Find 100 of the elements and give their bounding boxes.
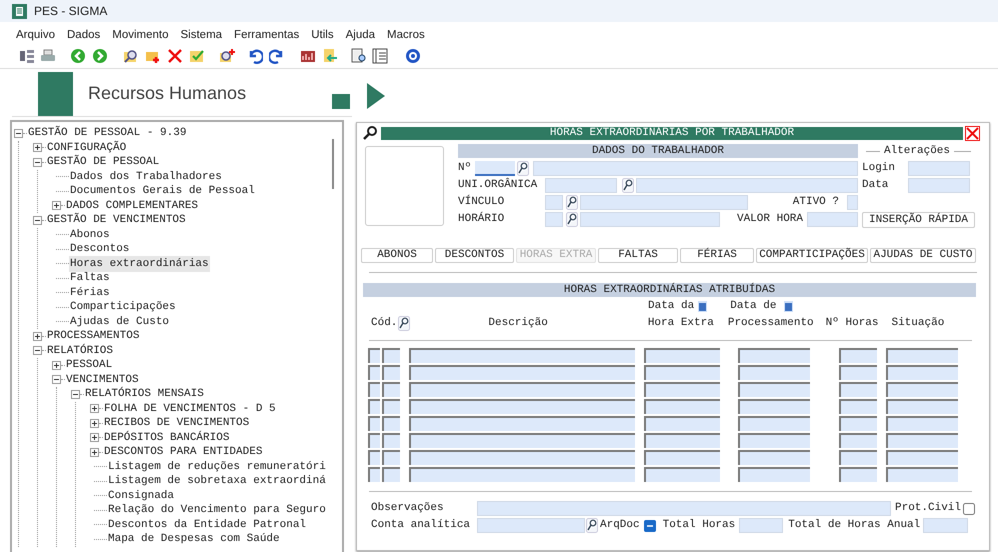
tab[interactable]: COMPARTICIPAÇÕES: [756, 248, 868, 262]
grid-cell-field[interactable]: [886, 382, 958, 396]
tree-view-icon[interactable]: [19, 48, 35, 64]
grid-cell-field[interactable]: [644, 364, 720, 380]
grid-cell-field[interactable]: [839, 466, 877, 482]
grid-cell-field[interactable]: [409, 382, 635, 396]
grid-cell-field[interactable]: [409, 398, 635, 414]
grid-cell-field[interactable]: [409, 348, 635, 362]
grid-cell-field[interactable]: [886, 364, 958, 380]
grid-cell-field[interactable]: [382, 416, 400, 430]
table-icon[interactable]: [372, 48, 388, 64]
grid-cell-field[interactable]: [368, 348, 380, 362]
tree-item[interactable]: Relação do Vencimento para Seguro: [107, 502, 327, 518]
grid-cell-field[interactable]: [886, 416, 958, 430]
tree-item[interactable]: Descontos: [69, 241, 130, 258]
grid-cell-field[interactable]: [738, 466, 810, 482]
grid-cell-field[interactable]: [738, 348, 810, 362]
grid-cell-field[interactable]: [738, 398, 810, 414]
expand-icon[interactable]: [90, 448, 99, 457]
expand-icon[interactable]: [90, 404, 99, 414]
tree-item[interactable]: DEPÓSITOS BANCÁRIOS: [103, 430, 230, 446]
menu-item[interactable]: Ferramentas: [234, 27, 300, 45]
tree-item[interactable]: CONFIGURAÇÃO: [46, 140, 128, 156]
close-icon[interactable]: [965, 126, 980, 141]
tree-item[interactable]: Documentos Gerais de Pessoal: [69, 183, 256, 200]
grid-cell-field[interactable]: [886, 432, 958, 448]
document-search-icon[interactable]: [351, 48, 367, 64]
tree-item[interactable]: Comparticipações: [69, 299, 177, 316]
grid-cell-field[interactable]: [368, 466, 380, 482]
grid-cell-field[interactable]: [382, 450, 400, 464]
grid-cell-field[interactable]: [886, 398, 958, 414]
stop-icon[interactable]: [332, 94, 350, 108]
tree-item[interactable]: FOLHA DE VENCIMENTOS - D 5: [103, 400, 277, 417]
menu-item[interactable]: Utils: [311, 27, 334, 45]
grid-cell-field[interactable]: [382, 364, 400, 380]
tree-item[interactable]: Mapa de Despesas com Saúde: [107, 531, 281, 548]
collapse-icon[interactable]: [52, 375, 61, 384]
quick-insert-button[interactable]: INSERÇÃO RÁPIDA: [862, 212, 975, 228]
tree-item[interactable]: RELATÓRIOS: [46, 342, 114, 359]
collapse-icon[interactable]: [33, 216, 42, 225]
bar-chart-icon[interactable]: [300, 48, 316, 64]
tree-item[interactable]: Abonos: [69, 226, 111, 243]
close-icon[interactable]: [167, 48, 183, 64]
help-icon[interactable]: [405, 48, 421, 64]
search-button[interactable]: [517, 161, 529, 176]
menu-item[interactable]: Macros: [387, 27, 425, 45]
tree-item[interactable]: GESTÃO DE PESSOAL: [46, 154, 160, 170]
tree-item[interactable]: GESTÃO DE VENCIMENTOS: [46, 212, 187, 228]
printer-icon[interactable]: [40, 48, 56, 64]
calendar-icon[interactable]: [698, 301, 708, 312]
expand-icon[interactable]: [90, 433, 99, 442]
grid-cell-field[interactable]: [839, 416, 877, 430]
grid-cell-field[interactable]: [368, 450, 380, 464]
expand-icon[interactable]: [52, 360, 61, 370]
grid-cell-field[interactable]: [738, 432, 810, 448]
grid-cell-field[interactable]: [644, 348, 720, 362]
tree-item[interactable]: VENCIMENTOS: [65, 372, 140, 388]
tree-item[interactable]: Listagem de sobretaxa extraordiná: [107, 473, 327, 490]
tree-item[interactable]: Horas extraordinárias: [69, 256, 210, 272]
expand-icon[interactable]: [52, 201, 61, 210]
tree-item[interactable]: Consignada: [107, 488, 176, 504]
grid-cell-field[interactable]: [409, 466, 635, 482]
tree-item[interactable]: Descontos da Entidade Patronal: [107, 516, 308, 533]
grid-cell-field[interactable]: [644, 416, 720, 430]
calendar-icon[interactable]: [784, 301, 794, 312]
expand-icon[interactable]: [33, 143, 42, 152]
grid-cell-field[interactable]: [382, 382, 400, 396]
grid-cell-field[interactable]: [644, 398, 720, 414]
expand-icon[interactable]: [33, 332, 42, 341]
grid-cell-field[interactable]: [738, 364, 810, 380]
grid-cell-field[interactable]: [644, 450, 720, 464]
tree-item[interactable]: PROCESSAMENTOS: [46, 328, 140, 344]
grid-cell-field[interactable]: [839, 382, 877, 396]
collapse-icon[interactable]: [14, 128, 23, 138]
grid-cell-field[interactable]: [368, 382, 380, 396]
grid-cell-field[interactable]: [839, 450, 877, 464]
grid-cell-field[interactable]: [368, 398, 380, 414]
tree-item[interactable]: RECIBOS DE VENCIMENTOS: [103, 415, 250, 432]
undo-icon[interactable]: [247, 48, 263, 64]
menu-item[interactable]: Arquivo: [16, 27, 55, 45]
checkmark-icon[interactable]: [189, 48, 205, 64]
redo-icon[interactable]: [269, 48, 285, 64]
minus-button[interactable]: [644, 520, 656, 532]
grid-cell-field[interactable]: [409, 432, 635, 448]
search-button[interactable]: [566, 212, 578, 227]
collapse-icon[interactable]: [33, 158, 42, 167]
grid-cell-field[interactable]: [409, 450, 635, 464]
grid-cell-field[interactable]: [839, 398, 877, 414]
tree-item[interactable]: PESSOAL: [65, 357, 114, 374]
grid-cell-field[interactable]: [839, 364, 877, 380]
menu-item[interactable]: Sistema: [180, 27, 222, 45]
search-button[interactable]: [622, 178, 634, 193]
grid-cell-field[interactable]: [382, 348, 400, 362]
tree-item[interactable]: DESCONTOS PARA ENTIDADES: [103, 444, 264, 460]
play-icon[interactable]: [367, 83, 385, 109]
grid-cell-field[interactable]: [886, 466, 958, 482]
grid-cell-field[interactable]: [382, 466, 400, 482]
grid-cell-field[interactable]: [839, 432, 877, 448]
tab[interactable]: FÉRIAS: [680, 248, 754, 262]
search-button[interactable]: [586, 518, 598, 533]
